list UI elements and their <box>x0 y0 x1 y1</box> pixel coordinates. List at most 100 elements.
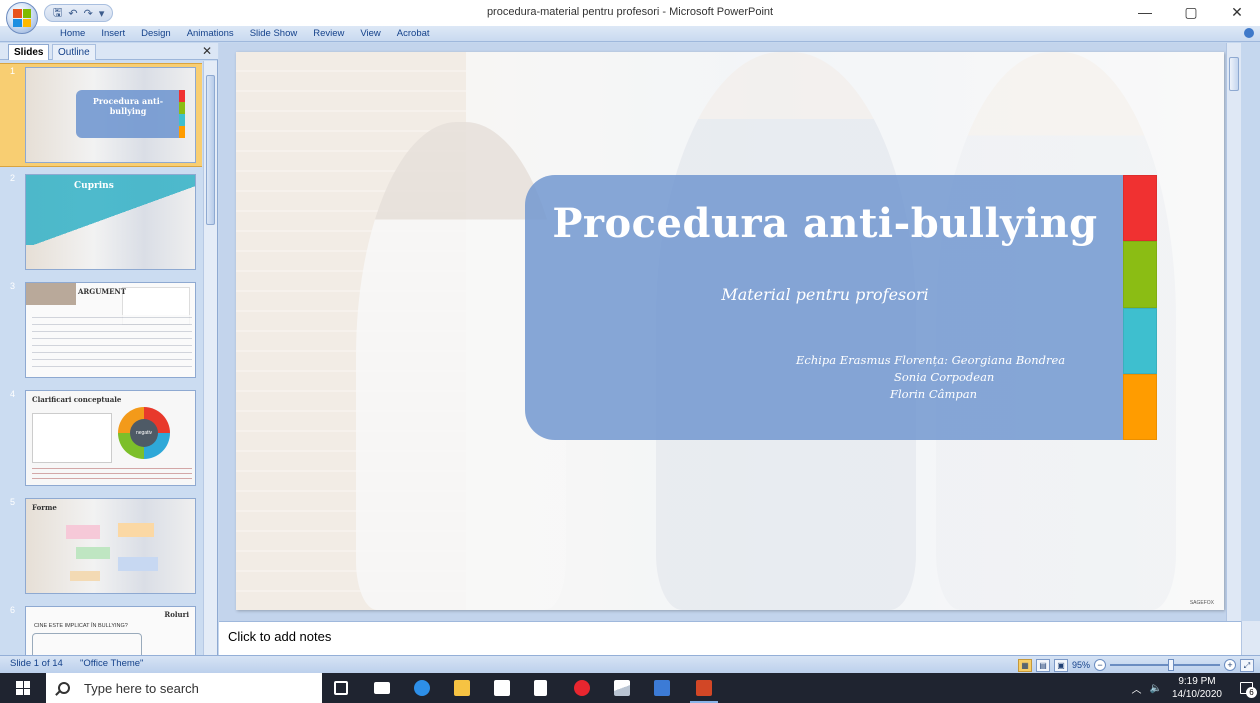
publisher-icon[interactable] <box>654 680 670 696</box>
close-button[interactable]: ✕ <box>1214 0 1260 26</box>
author-line: Florin Câmpan <box>890 387 978 401</box>
notes-placeholder[interactable]: Click to add notes <box>228 629 331 644</box>
thumbnail-list: 1 Procedura anti-bullying 2 Cuprins 3 AR… <box>0 61 202 655</box>
thumbnail-row-4[interactable]: 4 Clarificari conceptuale negativ <box>0 387 202 491</box>
scrollbar-thumb[interactable] <box>1229 57 1239 91</box>
taskbar-search[interactable]: Type here to search <box>46 673 322 703</box>
footer-mark: SAGEFOX <box>1189 600 1214 606</box>
thumbnail-row-5[interactable]: 5 Forme <box>0 495 202 599</box>
powerpoint-icon[interactable] <box>690 680 718 703</box>
scanner-icon[interactable] <box>614 680 630 696</box>
panel-close-icon[interactable]: ✕ <box>202 44 212 58</box>
chevron-up-icon[interactable]: ︿ <box>1131 681 1141 696</box>
thumbnail-number: 5 <box>10 497 16 507</box>
zoom-in-icon[interactable]: + <box>1224 659 1236 671</box>
notification-center[interactable]: 6 <box>1232 673 1260 703</box>
notification-count: 6 <box>1246 687 1257 698</box>
tab-animations[interactable]: Animations <box>179 28 242 39</box>
volume-icon[interactable]: 🔈 <box>1149 683 1161 694</box>
clock[interactable]: 9:19 PM 14/10/2020 <box>1172 675 1222 701</box>
maximize-button[interactable]: ▢ <box>1168 0 1214 26</box>
tab-design[interactable]: Design <box>133 28 179 39</box>
tab-review[interactable]: Review <box>305 28 352 39</box>
tab-home[interactable]: Home <box>52 28 93 39</box>
thumbnail-number: 2 <box>10 173 16 183</box>
slide-authors[interactable]: Echipa Erasmus Florența: Georgiana Bondr… <box>796 352 1096 403</box>
opera-icon[interactable] <box>574 680 590 696</box>
store-icon[interactable] <box>494 680 510 696</box>
slide-thumbnail-4[interactable]: Clarificari conceptuale negativ <box>25 390 196 486</box>
minimize-button[interactable]: — <box>1122 0 1168 26</box>
slide-scrollbar[interactable] <box>1226 43 1241 621</box>
tab-slide-show[interactable]: Slide Show <box>242 28 306 39</box>
thumbnail-badge: negativ <box>130 419 158 447</box>
thumbnail-title: Cuprins <box>74 181 114 191</box>
normal-view-icon[interactable]: ▦ <box>1017 658 1032 672</box>
slide-editor: Procedura anti-bullying Material pentru … <box>219 43 1241 621</box>
help-icon[interactable] <box>1244 28 1254 38</box>
tab-slides[interactable]: Slides <box>8 44 50 60</box>
window-controls: — ▢ ✕ <box>1122 0 1260 26</box>
thumbnail-number: 3 <box>10 281 16 291</box>
fit-to-window-icon[interactable]: ⤢ <box>1240 658 1254 672</box>
title-bar: 🖫 ↶ ↷ ▾ procedura-material pentru profes… <box>0 0 1260 34</box>
color-block-orange <box>1123 373 1157 440</box>
search-placeholder: Type here to search <box>84 680 199 696</box>
thumbnail-row-6[interactable]: 6 Roluri CINE ESTE IMPLICAT ÎN BULLYING? <box>0 603 202 655</box>
window-title: procedura-material pentru profesori - Mi… <box>486 6 774 18</box>
thumbnail-title: Roluri <box>164 610 189 619</box>
clock-date: 14/10/2020 <box>1171 689 1222 700</box>
slide-thumbnail-2[interactable]: Cuprins <box>25 174 196 270</box>
thumbnail-scrollbar[interactable] <box>203 61 217 655</box>
notes-pane[interactable]: Click to add notes <box>219 621 1241 655</box>
zoom-slider-knob[interactable] <box>1168 659 1174 671</box>
slide-thumbnail-5[interactable]: Forme <box>25 498 196 594</box>
color-block-green <box>1123 241 1157 308</box>
thumbnail-row-2[interactable]: 2 Cuprins <box>0 171 202 275</box>
ribbon: Home Insert Design Animations Slide Show… <box>0 26 1260 42</box>
slide-thumbnail-3[interactable]: ARGUMENT <box>25 282 196 378</box>
windows-logo-icon <box>16 681 30 695</box>
zoom-controls: ▦ ▤ ▣ 95% − + ⤢ <box>1017 657 1254 673</box>
author-line: Echipa Erasmus Florența: Georgiana Bondr… <box>796 353 1066 367</box>
slide-subtitle[interactable]: Material pentru profesori <box>525 285 1125 304</box>
office-button[interactable] <box>6 2 38 34</box>
thumbnail-row-3[interactable]: 3 ARGUMENT <box>0 279 202 383</box>
search-icon <box>58 682 70 694</box>
slide-show-icon[interactable]: ▣ <box>1053 658 1068 672</box>
office-logo-icon <box>13 9 31 27</box>
tab-acrobat[interactable]: Acrobat <box>389 28 438 39</box>
thumbnail-number: 1 <box>10 66 16 76</box>
system-tray: ︿ 🔈 9:19 PM 14/10/2020 6 <box>1131 673 1260 703</box>
theme-name: "Office Theme" <box>80 658 144 669</box>
tab-view[interactable]: View <box>352 28 388 39</box>
tab-outline[interactable]: Outline <box>52 44 96 60</box>
color-block-cyan <box>1123 307 1157 374</box>
slide-counter: Slide 1 of 14 <box>10 658 63 669</box>
thumbnail-row-1[interactable]: 1 Procedura anti-bullying <box>0 63 202 167</box>
zoom-slider[interactable] <box>1110 659 1220 671</box>
slide-sorter-icon[interactable]: ▤ <box>1035 658 1050 672</box>
edge-icon[interactable] <box>414 680 430 696</box>
notes-scrollbar[interactable] <box>1241 621 1260 655</box>
color-bar <box>1123 175 1157 440</box>
thumbnail-title: Procedura anti-bullying <box>92 96 164 116</box>
zoom-level[interactable]: 95% <box>1072 660 1090 670</box>
scrollbar-thumb[interactable] <box>206 75 215 225</box>
thumbnail-number: 4 <box>10 389 16 399</box>
tab-insert[interactable]: Insert <box>93 28 133 39</box>
slide-thumbnail-1[interactable]: Procedura anti-bullying <box>25 67 196 163</box>
color-block-red <box>1123 175 1157 242</box>
slide-title[interactable]: Procedura anti-bullying <box>525 200 1125 247</box>
taskbar: Type here to search ︿ 🔈 9:19 PM 14/10/20… <box>0 673 1260 703</box>
slides-panel: Slides Outline ✕ 1 Procedura anti-bullyi… <box>0 43 218 655</box>
document-icon[interactable] <box>534 680 547 696</box>
slide-canvas[interactable]: Procedura anti-bullying Material pentru … <box>236 52 1224 610</box>
file-explorer-icon[interactable] <box>454 680 470 696</box>
thumbnail-subtitle: CINE ESTE IMPLICAT ÎN BULLYING? <box>34 623 128 629</box>
start-button[interactable] <box>0 673 46 703</box>
mail-icon[interactable] <box>374 682 390 694</box>
task-view-icon[interactable] <box>334 681 348 695</box>
zoom-out-icon[interactable]: − <box>1094 659 1106 671</box>
slide-thumbnail-6[interactable]: Roluri CINE ESTE IMPLICAT ÎN BULLYING? <box>25 606 196 655</box>
